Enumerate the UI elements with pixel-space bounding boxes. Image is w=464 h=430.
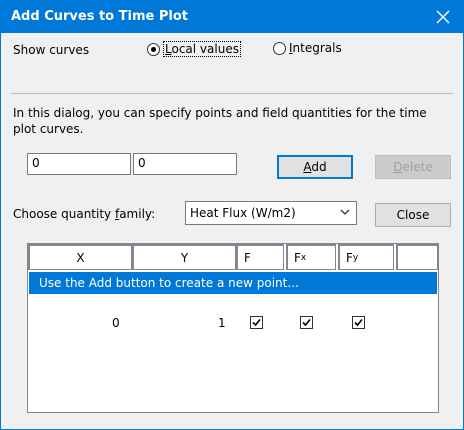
radio-integrals-label: Integrals [289, 41, 342, 55]
column-header-fy[interactable]: Fy [338, 244, 394, 270]
checkbox-fy[interactable] [352, 316, 365, 329]
separator [11, 93, 453, 94]
close-button[interactable]: Close [375, 203, 451, 227]
radio-local-values[interactable]: Local values [147, 41, 241, 57]
column-header-fx[interactable]: Fx [286, 244, 336, 270]
add-button[interactable]: Add [277, 155, 353, 179]
show-curves-label: Show curves [13, 43, 90, 57]
close-window-button[interactable] [429, 3, 457, 31]
checkmark-icon [354, 318, 363, 327]
delete-button[interactable]: Delete [375, 155, 451, 179]
y-coordinate-input[interactable]: 0 [133, 153, 237, 175]
radio-integrals-indicator [273, 41, 286, 55]
dialog-window: Add Curves to Time Plot Show curves Loca… [0, 0, 464, 430]
quantity-family-value: Heat Flux (W/m2) [190, 206, 296, 220]
cell-y: 1 [218, 316, 226, 330]
column-header-empty[interactable] [396, 244, 438, 270]
title-bar: Add Curves to Time Plot [1, 1, 463, 33]
chevron-down-icon [340, 209, 350, 215]
checkbox-f[interactable] [250, 316, 263, 329]
checkbox-fx[interactable] [300, 316, 313, 329]
close-icon [436, 10, 450, 24]
points-table: X Y F Fx Fy Use the Add button to create… [27, 243, 439, 413]
dialog-title: Add Curves to Time Plot [11, 9, 188, 24]
column-header-f[interactable]: F [236, 244, 284, 270]
radio-integrals[interactable]: Integrals [273, 41, 342, 55]
cell-x: 0 [112, 316, 120, 330]
add-button-label: Add [303, 160, 327, 174]
x-coordinate-input[interactable]: 0 [27, 153, 131, 175]
radio-local-values-label: Local values [163, 41, 241, 57]
add-point-hint-row[interactable]: Use the Add button to create a new point… [29, 272, 437, 294]
column-header-y[interactable]: Y [132, 244, 236, 270]
quantity-family-select[interactable]: Heat Flux (W/m2) [185, 201, 357, 225]
checkmark-icon [302, 318, 311, 327]
description-text: In this dialog, you can specify points a… [13, 106, 427, 136]
delete-button-label: Delete [393, 160, 433, 174]
checkmark-icon [252, 318, 261, 327]
column-header-x[interactable]: X [28, 244, 132, 270]
radio-local-values-indicator [147, 42, 160, 56]
quantity-family-label: Choose quantity family: [13, 207, 156, 221]
